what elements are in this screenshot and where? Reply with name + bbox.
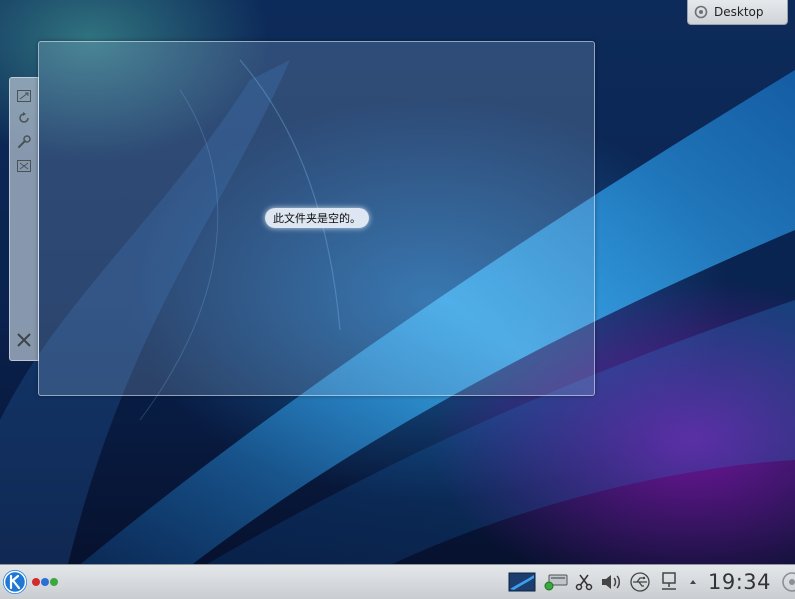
close-icon[interactable] [16, 332, 32, 348]
device-notifier-icon[interactable] [543, 572, 569, 592]
folder-view-widget[interactable]: 此文件夹是空的。 [38, 41, 595, 396]
show-desktop-icon[interactable] [507, 572, 537, 592]
cashew-icon [782, 572, 795, 592]
kde-logo-icon [3, 570, 27, 594]
pager-desktop-1[interactable] [32, 578, 40, 586]
tray-expand-arrow-icon[interactable] [686, 572, 700, 592]
wrench-icon[interactable] [16, 134, 32, 150]
panel-toolbox-button[interactable] [779, 569, 795, 595]
desktop-toolbox-button[interactable]: Desktop [687, 0, 788, 25]
rotate-icon[interactable] [16, 110, 32, 126]
maximize-icon[interactable] [16, 158, 32, 174]
application-launcher-button[interactable] [1, 567, 29, 597]
virtual-desktop-pager[interactable] [32, 578, 58, 586]
network-icon[interactable] [658, 572, 680, 592]
cashew-icon [694, 5, 708, 19]
pager-desktop-2[interactable] [41, 578, 49, 586]
empty-folder-message: 此文件夹是空的。 [265, 208, 369, 228]
klipper-scissors-icon[interactable] [574, 572, 594, 592]
resize-icon[interactable] [16, 88, 32, 104]
volume-icon[interactable] [599, 572, 623, 592]
usb-icon[interactable] [628, 572, 652, 592]
desktop-toolbox-label: Desktop [714, 5, 764, 19]
widget-handle[interactable] [9, 77, 39, 361]
digital-clock[interactable]: 19:34 [708, 570, 771, 594]
pager-desktop-3[interactable] [50, 578, 58, 586]
bottom-panel: 19:34 [0, 564, 795, 599]
